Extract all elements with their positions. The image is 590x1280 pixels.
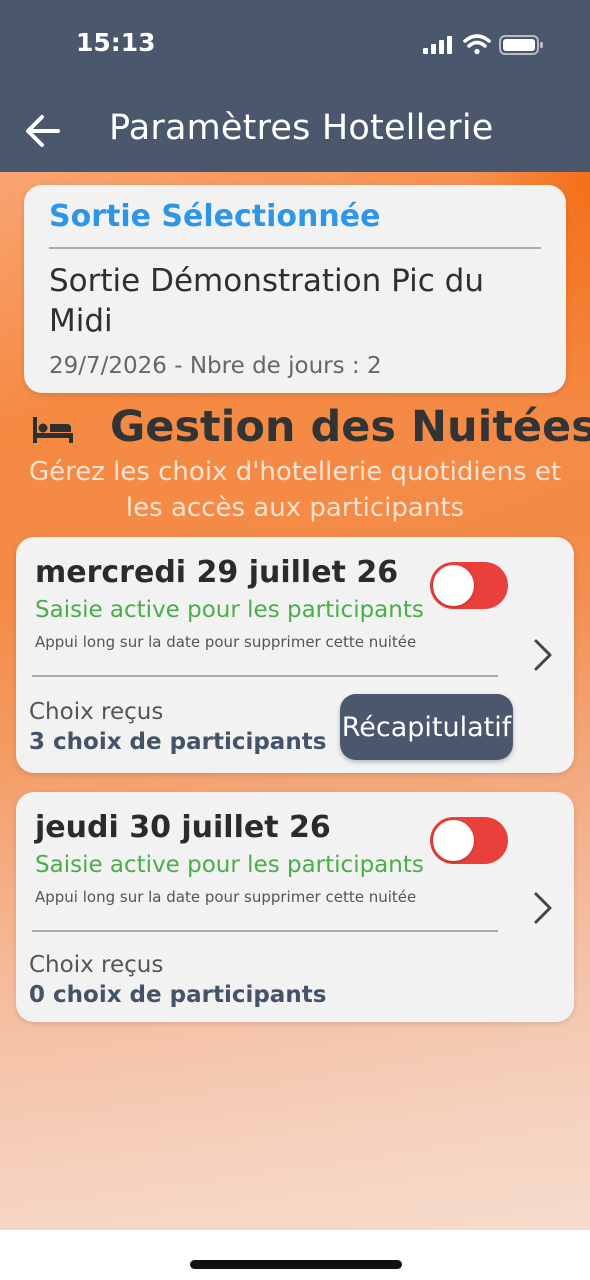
app-header: 15:13 Paramètres Hotellerie [0,0,590,172]
choices-count: 0 choix de participants [29,982,327,1008]
night-card[interactable]: mercredi 29 juillet 26 Saisie active pou… [16,537,574,773]
battery-icon [499,35,543,55]
night-hint: Appui long sur la date pour supprimer ce… [35,633,417,651]
chevron-right-icon[interactable] [530,637,556,673]
status-icons [423,34,543,55]
outing-name: Sortie Démonstration Pic du Midi [49,263,484,339]
toggle-knob [433,820,474,861]
choices-label: Choix reçus [29,952,164,978]
divider [49,247,541,249]
night-input-toggle[interactable] [430,817,508,864]
section-subtitle: Gérez les choix d'hotellerie quotidiens … [28,457,562,523]
chevron-right-icon[interactable] [530,890,556,926]
outing-meta: 29/7/2026 - Nbre de jours : 2 [49,353,382,379]
divider [32,675,498,677]
choices-count: 3 choix de participants [29,729,327,755]
night-status: Saisie active pour les participants [35,852,424,878]
bed-icon [33,417,73,443]
toggle-knob [433,565,474,606]
night-hint: Appui long sur la date pour supprimer ce… [35,888,417,906]
night-date[interactable]: jeudi 30 juillet 26 [35,810,331,845]
night-date[interactable]: mercredi 29 juillet 26 [35,555,398,590]
night-status: Saisie active pour les participants [35,597,424,623]
night-input-toggle[interactable] [430,562,508,609]
section-title: Gestion des Nuitées [110,402,590,452]
recap-button[interactable]: Récapitulatif [340,694,513,760]
page-title: Paramètres Hotellerie [109,108,494,148]
selected-outing-card: Sortie Sélectionnée Sortie Démonstration… [24,185,566,393]
night-card[interactable]: jeudi 30 juillet 26 Saisie active pour l… [16,792,574,1022]
status-time: 15:13 [76,28,156,57]
cellular-signal-icon [423,36,452,54]
choices-label: Choix reçus [29,699,164,725]
back-arrow-icon[interactable] [20,108,66,154]
wifi-icon [463,34,491,55]
selected-outing-heading: Sortie Sélectionnée [49,199,381,234]
home-indicator[interactable] [190,1260,402,1269]
divider [32,930,498,932]
